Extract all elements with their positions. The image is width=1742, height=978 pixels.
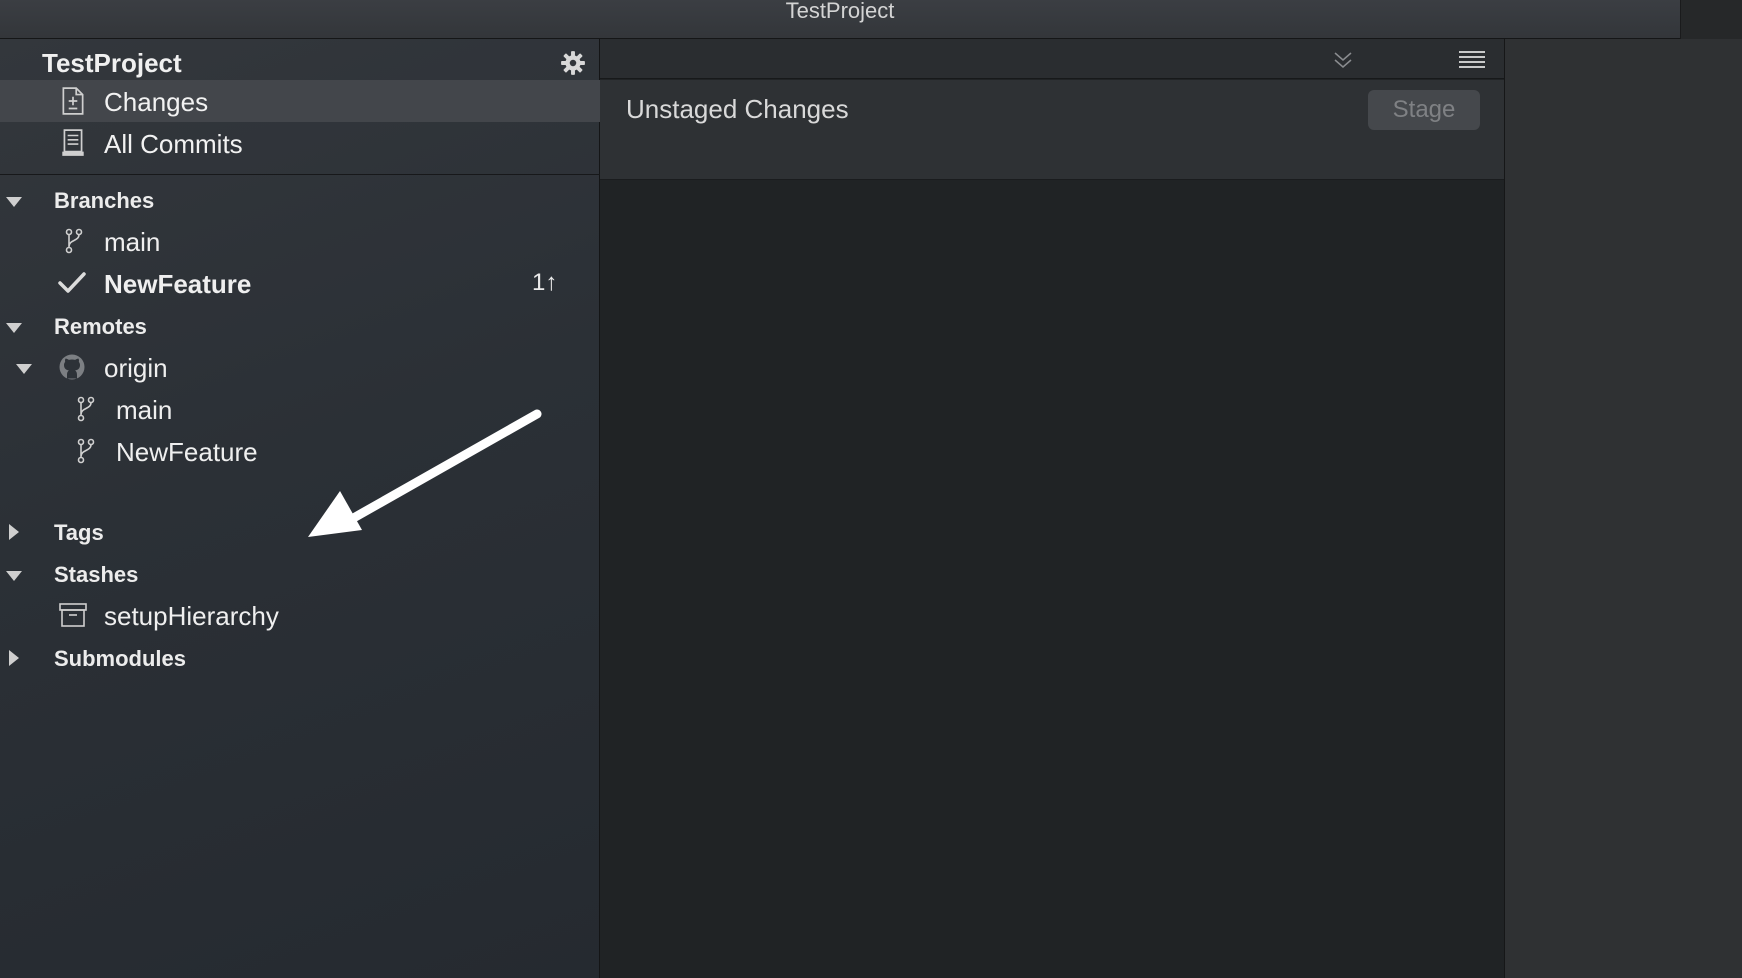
stage-button[interactable]: Stage	[1368, 90, 1480, 130]
stash-item-setuphierarchy[interactable]: setupHierarchy	[0, 594, 600, 636]
sidebar-divider	[0, 174, 600, 175]
gear-icon[interactable]	[560, 50, 586, 76]
branch-item-newfeature[interactable]: NewFeature 1↑	[0, 263, 600, 303]
disclosure-down-icon[interactable]	[14, 359, 34, 379]
branch-icon	[77, 438, 95, 464]
section-submodules[interactable]: Submodules	[0, 642, 600, 676]
annotation-arrow	[308, 409, 542, 537]
remote-item-origin[interactable]: origin	[0, 347, 600, 387]
remote-branch-label: NewFeature	[116, 437, 258, 467]
checkmark-icon	[58, 272, 86, 293]
github-icon	[59, 354, 85, 380]
window-titlebar: TestProject	[0, 0, 1742, 39]
sidebar-item-label: Changes	[104, 87, 209, 117]
section-stashes[interactable]: Stashes	[0, 558, 600, 592]
disclosure-down-icon[interactable]	[4, 192, 24, 212]
commits-history-icon	[62, 129, 84, 156]
unstaged-changes-bar: Unstaged Changes Stage	[600, 80, 1504, 180]
section-label: Submodules	[54, 646, 187, 671]
stash-label: setupHierarchy	[104, 601, 279, 631]
changes-document-icon	[62, 87, 84, 115]
section-branches[interactable]: Branches	[0, 184, 600, 218]
section-label: Remotes	[54, 314, 147, 339]
titlebar-corner	[1680, 0, 1742, 39]
remote-branch-label: main	[116, 395, 173, 425]
right-pane	[1504, 39, 1742, 978]
branch-label: NewFeature	[104, 269, 252, 299]
disclosure-down-icon[interactable]	[4, 566, 24, 586]
unstaged-changes-title: Unstaged Changes	[626, 94, 849, 124]
disclosure-right-icon[interactable]	[4, 648, 24, 668]
section-label: Branches	[54, 188, 155, 213]
ahead-count-badge: 1↑	[532, 269, 558, 296]
section-label: Stashes	[54, 562, 139, 587]
sidebar-item-label: All Commits	[104, 129, 243, 159]
disclosure-right-icon[interactable]	[4, 522, 24, 542]
main-pane: Unstaged Changes Stage	[600, 39, 1504, 978]
branch-icon	[65, 228, 83, 254]
sidebar-item-all-commits[interactable]: All Commits	[0, 122, 600, 164]
disclosure-down-icon[interactable]	[4, 318, 24, 338]
branch-item-main[interactable]: main	[0, 221, 600, 261]
sidebar-item-changes[interactable]: Changes	[0, 80, 600, 122]
branch-icon	[77, 396, 95, 422]
section-remotes[interactable]: Remotes	[0, 310, 600, 344]
window-title: TestProject	[785, 0, 895, 23]
repo-header: TestProject	[0, 43, 600, 79]
repo-name: TestProject	[42, 48, 182, 78]
archive-box-icon	[59, 603, 87, 627]
section-label: Tags	[54, 520, 104, 545]
branch-label: main	[104, 227, 161, 257]
remote-label: origin	[104, 353, 168, 383]
